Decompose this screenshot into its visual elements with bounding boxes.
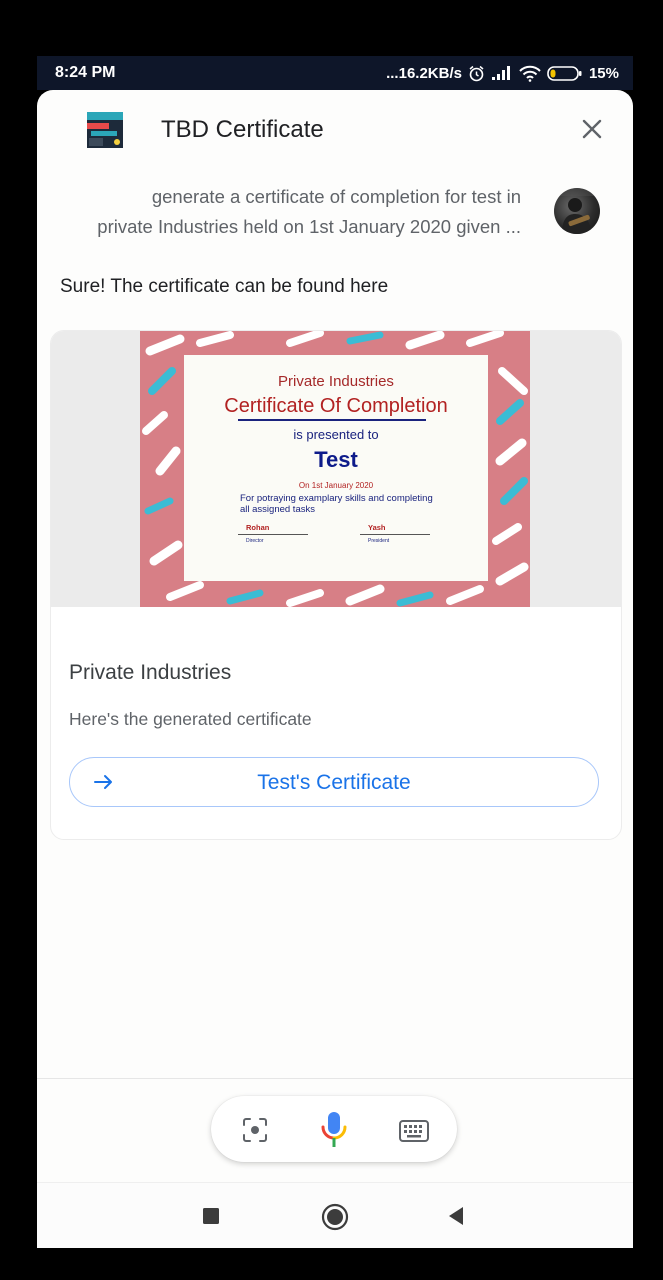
signature-2-role: President [368,538,390,544]
result-card[interactable]: Private Industries Certificate Of Comple… [50,330,622,840]
signature-2-name: Yash [368,523,386,532]
home-icon[interactable] [321,1203,349,1236]
signature-1-role: Director [246,538,264,544]
signal-icon [491,65,513,81]
open-certificate-button[interactable]: Test's Certificate [69,757,599,807]
certificate-presented-to: is presented to [293,427,379,442]
signature-1-line [238,534,308,535]
signature-1: Rohan Director [238,523,308,544]
certificate-title-underline [238,419,426,421]
query-line-2: private Industries held on 1st January 2… [97,216,521,237]
back-icon[interactable] [447,1206,465,1231]
input-bar [211,1096,457,1162]
card-title: Private Industries [69,661,232,684]
app-title: TBD Certificate [161,116,324,143]
assistant-reply: Sure! The certificate can be found here [60,276,389,297]
signature-1-name: Rohan [246,523,270,532]
certificate-title: Certificate Of Completion [224,395,448,417]
user-query: generate a certificate of completion for… [59,182,521,242]
app-logo-icon [87,112,123,148]
navigation-bar [37,1182,633,1248]
signature-2: Yash President [360,523,430,544]
certificate-image-area[interactable]: Private Industries Certificate Of Comple… [51,331,621,607]
battery-icon [547,65,583,82]
keyboard-icon[interactable] [399,1120,429,1147]
certificate-description: For potraying examplary skills and compl… [240,493,433,515]
card-subtitle: Here's the generated certificate [69,709,312,729]
wifi-icon [519,65,541,82]
status-indicators: ...16.2KB/s 15% [386,65,619,82]
open-certificate-label: Test's Certificate [257,771,411,794]
input-divider [37,1078,633,1079]
battery-percent: 15% [588,64,619,82]
certificate-organization: Private Industries [278,373,394,390]
lens-icon[interactable] [241,1116,269,1149]
close-icon[interactable] [579,116,605,142]
certificate-recipient: Test [314,447,358,472]
certificate-date: On 1st January 2020 [298,481,374,490]
header: TBD Certificate [37,90,633,168]
microphone-icon[interactable] [319,1110,349,1155]
assistant-sheet: TBD Certificate generate a certificate o… [37,90,633,1248]
certificate-body: Private Industries Certificate Of Comple… [184,355,488,581]
status-bar: 8:24 PM ...16.2KB/s 15% [37,56,633,90]
alarm-icon [468,65,485,82]
certificate-image: Private Industries Certificate Of Comple… [140,331,530,607]
avatar[interactable] [554,188,600,234]
status-time: 8:24 PM [55,64,116,81]
query-line-1: generate a certificate of completion for… [151,186,521,207]
recents-icon[interactable] [202,1207,220,1230]
signature-2-line [360,534,430,535]
network-speed: ...16.2KB/s [386,64,462,82]
